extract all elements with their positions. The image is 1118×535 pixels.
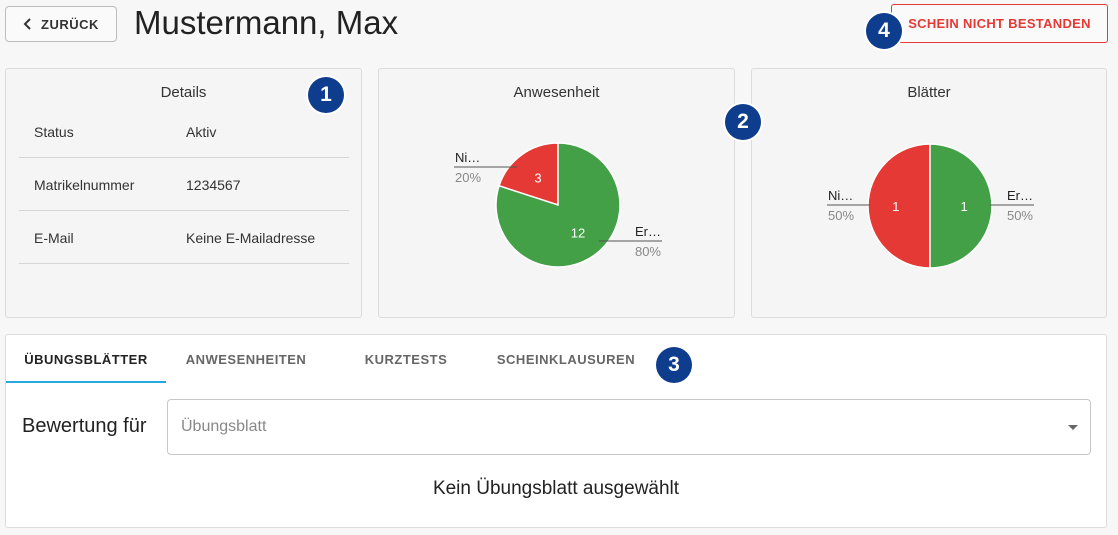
tab-exams[interactable]: SCHEINKLAUSUREN: [486, 335, 646, 383]
percent-label-nicht: 20%: [455, 170, 481, 185]
evaluation-panel: ÜBUNGSBLÄTTER ANWESENHEITEN KURZTESTS SC…: [5, 334, 1107, 528]
pie-value-nicht: 3: [534, 170, 541, 185]
page-title: Mustermann, Max: [134, 4, 399, 41]
evaluation-label: Bewertung für: [22, 415, 147, 437]
tab-attendances[interactable]: ANWESENHEITEN: [166, 335, 326, 383]
attendance-pie-chart: 3 12 Ni… 20% Er… 80%: [454, 142, 662, 268]
exercise-sheet-select[interactable]: Übungsblatt: [167, 399, 1091, 455]
callout-badge-4: 4: [866, 13, 902, 49]
details-row-status: Status Aktiv: [19, 105, 349, 158]
pie-value-nicht: 1: [892, 199, 899, 214]
callout-badge-3: 3: [656, 347, 692, 383]
callout-badge-1: 1: [308, 77, 344, 113]
details-row-matrikel: Matrikelnummer 1234567: [19, 158, 349, 211]
callout-badge-2: 2: [725, 104, 761, 140]
tab-short-tests[interactable]: KURZTESTS: [326, 335, 486, 383]
email-value: Keine E-Mailadresse: [186, 230, 316, 246]
back-button-label: ZURÜCK: [41, 16, 99, 32]
pie-value-erfuellt: 1: [960, 199, 967, 214]
back-button[interactable]: ZURÜCK: [5, 6, 117, 42]
sheets-chart-card: Blätter 1 1 Ni… 50% Er… 50%: [751, 68, 1107, 318]
dropdown-arrow-icon: [1068, 425, 1078, 430]
percent-label-erfuellt: 80%: [635, 244, 661, 259]
select-placeholder: Übungsblatt: [181, 418, 267, 435]
active-tab-indicator: [6, 381, 166, 383]
fail-certificate-button[interactable]: SCHEIN NICHT BESTANDEN: [891, 4, 1108, 43]
chevron-left-icon: [23, 18, 31, 30]
attendance-chart-card: Anwesenheit 3 12 Ni… 20% Er… 80%: [378, 68, 735, 318]
email-label: E-Mail: [34, 230, 74, 246]
sheets-pie-chart: 1 1 Ni… 50% Er… 50%: [827, 143, 1034, 269]
percent-label-erfuellt: 50%: [1007, 208, 1033, 223]
details-row-email: E-Mail Keine E-Mailadresse: [19, 211, 349, 264]
matrikel-value: 1234567: [186, 177, 241, 193]
status-value: Aktiv: [186, 124, 217, 140]
legend-label-erfuellt: Er…: [635, 224, 661, 239]
legend-label-nicht: Ni…: [455, 150, 480, 165]
details-card: Details Status Aktiv Matrikelnummer 1234…: [5, 68, 362, 318]
matrikel-label: Matrikelnummer: [34, 177, 135, 193]
pie-value-erfuellt: 12: [571, 226, 585, 241]
legend-label-erfuellt: Er…: [1007, 188, 1033, 203]
status-label: Status: [34, 124, 74, 140]
empty-selection-message: Kein Übungsblatt ausgewählt: [432, 478, 680, 499]
percent-label-nicht: 50%: [828, 208, 854, 223]
legend-label-nicht: Ni…: [828, 188, 853, 203]
tab-exercise-sheets[interactable]: ÜBUNGSBLÄTTER: [6, 335, 166, 383]
